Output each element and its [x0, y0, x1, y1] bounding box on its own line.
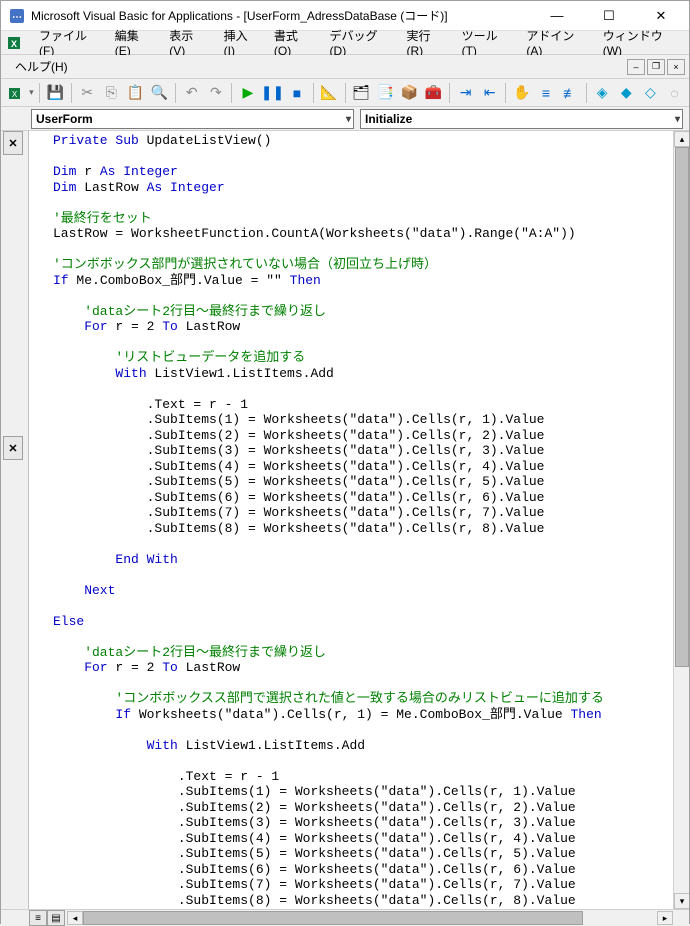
project-explorer-icon[interactable]: 🗂: [351, 82, 372, 104]
bookmark-prev-icon[interactable]: ◇: [640, 82, 661, 104]
toolbar: X ▾ 💾 ✂ ⎘ 📋 🔍 ↶ ↷ ▶ ❚❚ ■ 📐 🗂 📑 📦 🧰 ⇥ ⇤ ✋…: [1, 79, 689, 107]
gutter-close-1[interactable]: ✕: [3, 131, 23, 155]
scroll-right-icon[interactable]: ▸: [657, 911, 673, 925]
bottom-bar: ≡ ▤ ◂ ▸: [1, 909, 689, 925]
chevron-down-icon: ▾: [675, 114, 680, 125]
excel-icon[interactable]: X: [7, 34, 25, 52]
object-dropdown-value: UserForm: [36, 112, 93, 126]
redo-icon[interactable]: ↷: [205, 82, 226, 104]
app-icon: ⋯: [9, 8, 25, 24]
object-dropdown[interactable]: UserForm ▾: [31, 109, 354, 129]
menubar: X ファイル(F) 編集(E) 表示(V) 挿入(I) 書式(O) デバッグ(D…: [1, 31, 689, 55]
save-icon[interactable]: 💾: [45, 82, 66, 104]
bookmark-toggle-icon[interactable]: ◈: [592, 82, 613, 104]
comment-block-icon[interactable]: ≡: [535, 82, 556, 104]
vertical-scrollbar[interactable]: ▴ ▾: [673, 131, 689, 909]
bookmark-next-icon[interactable]: ◆: [616, 82, 637, 104]
child-close-button[interactable]: ×: [667, 59, 685, 75]
left-gutter: ✕ ✕: [1, 131, 29, 909]
menubar-row2: ヘルプ(H) – ❐ ×: [1, 55, 689, 79]
menu-help[interactable]: ヘルプ(H): [7, 56, 76, 77]
window-title: Microsoft Visual Basic for Applications …: [31, 7, 537, 24]
reset-icon[interactable]: ■: [286, 82, 307, 104]
object-browser-icon[interactable]: 📦: [399, 82, 420, 104]
paste-icon[interactable]: 📋: [125, 82, 146, 104]
scroll-thumb-h[interactable]: [83, 911, 583, 925]
copy-icon[interactable]: ⎘: [101, 82, 122, 104]
scroll-thumb-v[interactable]: [675, 147, 689, 667]
svg-text:⋯: ⋯: [12, 12, 22, 23]
dropdown-bar: UserForm ▾ Initialize ▾: [1, 107, 689, 131]
find-icon[interactable]: 🔍: [149, 82, 170, 104]
undo-icon[interactable]: ↶: [181, 82, 202, 104]
child-restore-button[interactable]: ❐: [647, 59, 665, 75]
scroll-left-icon[interactable]: ◂: [67, 911, 83, 925]
code-content[interactable]: Private Sub UpdateListView() Dim r As In…: [29, 131, 689, 909]
properties-window-icon[interactable]: 📑: [375, 82, 396, 104]
break-icon[interactable]: ❚❚: [261, 82, 283, 104]
cut-icon[interactable]: ✂: [77, 82, 98, 104]
child-minimize-button[interactable]: –: [627, 59, 645, 75]
view-excel-icon[interactable]: X: [5, 82, 26, 104]
scroll-down-icon[interactable]: ▾: [674, 893, 689, 909]
bookmark-clear-icon[interactable]: ◌: [664, 82, 685, 104]
gutter-close-2[interactable]: ✕: [3, 436, 23, 460]
scroll-up-icon[interactable]: ▴: [674, 131, 689, 147]
procedure-dropdown-value: Initialize: [365, 112, 412, 126]
outdent-icon[interactable]: ⇤: [479, 82, 500, 104]
svg-text:X: X: [11, 90, 17, 99]
run-icon[interactable]: ▶: [237, 82, 258, 104]
uncomment-block-icon[interactable]: ≢: [560, 82, 581, 104]
procedure-dropdown[interactable]: Initialize ▾: [360, 109, 683, 129]
indent-icon[interactable]: ⇥: [455, 82, 476, 104]
toolbox-icon[interactable]: 🧰: [423, 82, 444, 104]
svg-text:X: X: [11, 39, 17, 49]
design-mode-icon[interactable]: 📐: [319, 82, 340, 104]
breakpoint-icon[interactable]: ✋: [511, 82, 532, 104]
code-editor[interactable]: Private Sub UpdateListView() Dim r As In…: [29, 131, 689, 909]
chevron-down-icon: ▾: [346, 114, 351, 125]
